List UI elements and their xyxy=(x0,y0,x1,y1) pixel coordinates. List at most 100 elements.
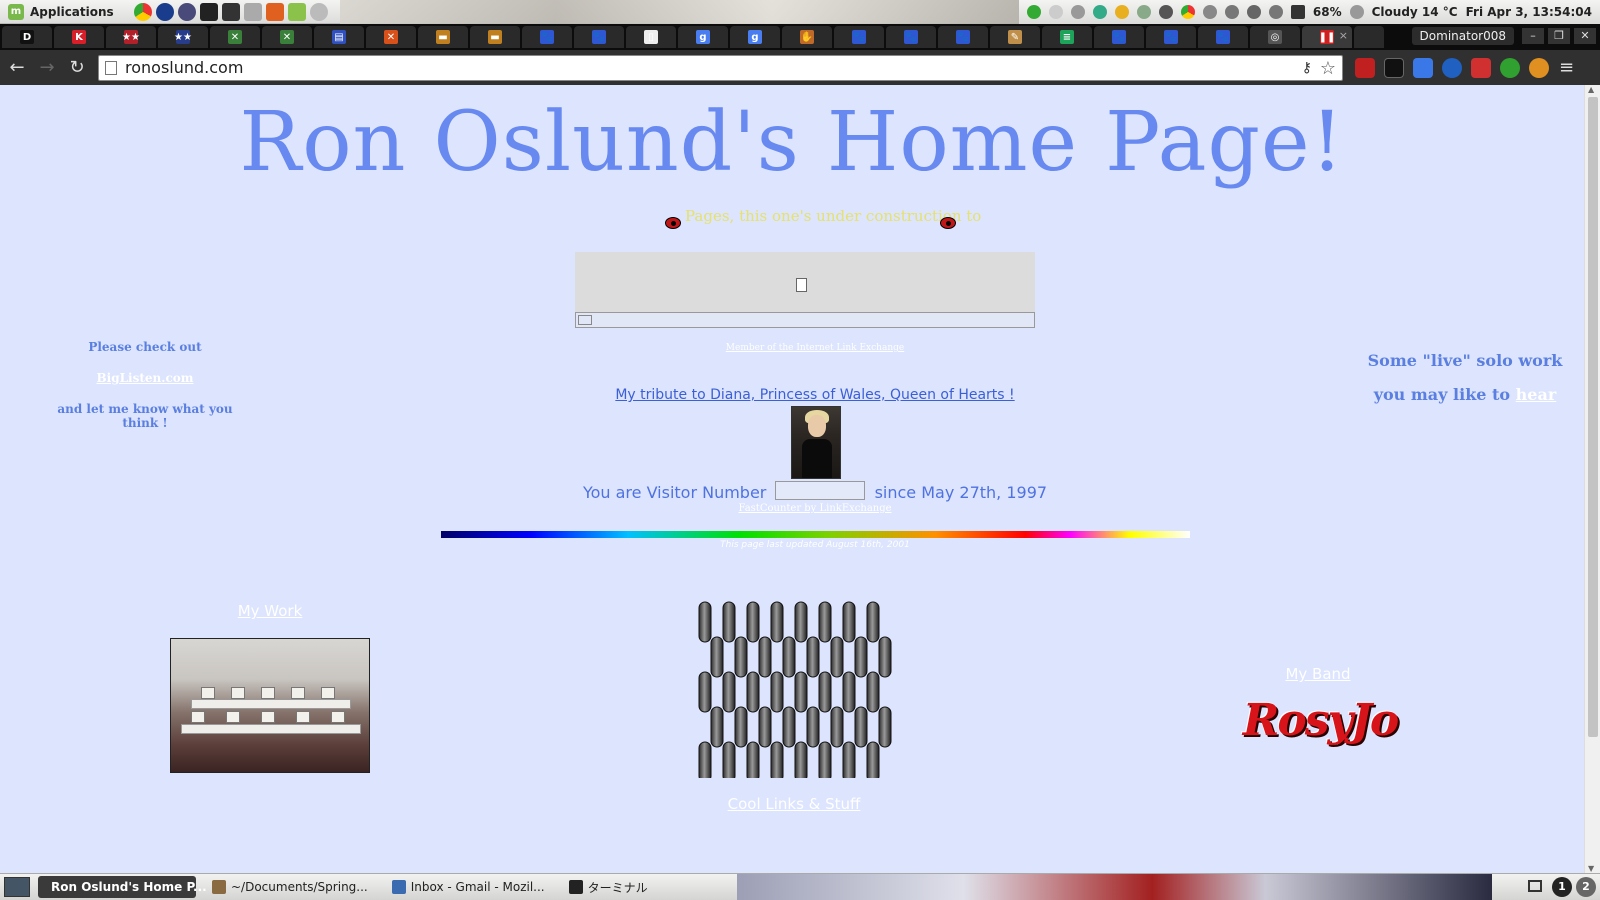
spy-extension-icon[interactable] xyxy=(1384,57,1404,78)
evernote-tray-icon[interactable] xyxy=(1026,5,1041,19)
network-manager-icon[interactable] xyxy=(1136,5,1151,19)
browser-tab[interactable]: ▯ xyxy=(626,26,676,48)
taskbar-window-button[interactable]: ターミナル xyxy=(561,876,656,898)
browser-tab[interactable]: ▬ xyxy=(418,26,468,48)
scroll-up-arrow-icon[interactable]: ▲ xyxy=(1588,85,1594,94)
globe-extension-icon[interactable] xyxy=(1442,57,1462,78)
chevron-up-icon[interactable] xyxy=(1202,5,1217,19)
flag-extension-icon[interactable] xyxy=(1471,57,1491,78)
drive-tray-icon[interactable] xyxy=(1092,5,1107,19)
chrome-menu-icon[interactable]: ≡ xyxy=(1559,57,1574,78)
browser-tab[interactable]: ✕ xyxy=(366,26,416,48)
pdf-extension-icon[interactable] xyxy=(1355,57,1375,78)
diana-tribute-link[interactable]: My tribute to Diana, Princess of Wales, … xyxy=(0,387,1584,403)
biglisten-link[interactable]: BigListen.com xyxy=(97,371,194,385)
firefox-launcher-icon[interactable] xyxy=(155,2,174,21)
bluetooth-icon[interactable] xyxy=(1070,5,1085,19)
browser-tab[interactable]: 🐾 xyxy=(574,26,624,48)
sublime-launcher-icon[interactable] xyxy=(221,2,240,21)
browser-tab[interactable]: ✕ xyxy=(262,26,312,48)
browser-tab[interactable]: ≡ xyxy=(1042,26,1092,48)
volume-icon[interactable] xyxy=(1268,5,1283,19)
chrome-launcher-icon[interactable] xyxy=(133,2,152,21)
notes-tray-icon[interactable] xyxy=(1114,5,1129,19)
browser-tab[interactable]: 🐾 xyxy=(1146,26,1196,48)
chain-link xyxy=(806,636,820,678)
chain-link xyxy=(698,671,712,713)
matlab-launcher-icon[interactable] xyxy=(265,2,284,21)
browser-tab[interactable]: ▤ xyxy=(314,26,364,48)
key-icon[interactable]: ⚷ xyxy=(1302,60,1312,76)
browser-tab[interactable]: ◎ xyxy=(1250,26,1300,48)
close-window-icon[interactable]: ✕ xyxy=(1574,28,1596,44)
browser-tab[interactable]: 🐾 xyxy=(886,26,936,48)
browser-tab[interactable]: g xyxy=(678,26,728,48)
browser-tab[interactable]: g xyxy=(730,26,780,48)
bookmark-star-icon[interactable]: ☆ xyxy=(1320,58,1336,79)
browser-tab[interactable]: 🐾 xyxy=(522,26,572,48)
fastcounter-link[interactable]: FastCounter by LinkExchange xyxy=(0,503,1584,514)
chrome-tray-icon[interactable] xyxy=(1180,5,1195,19)
reload-button[interactable]: ↻ xyxy=(64,55,90,81)
android-launcher-icon[interactable] xyxy=(287,2,306,21)
cool-links-link[interactable]: Cool Links & Stuff xyxy=(694,795,894,813)
chain-link-graphic[interactable] xyxy=(695,600,895,778)
profile-button[interactable]: Dominator008 xyxy=(1411,27,1514,45)
my-work-link[interactable]: My Work xyxy=(170,602,370,620)
wifi-icon[interactable] xyxy=(1246,5,1261,19)
applications-menu[interactable]: m Applications xyxy=(0,3,122,20)
weather-text[interactable]: Cloudy 14 °C xyxy=(1372,5,1458,19)
keyboard-icon[interactable] xyxy=(1158,5,1173,19)
r-launcher-icon[interactable] xyxy=(309,2,328,21)
minimize-window-icon[interactable]: – xyxy=(1522,28,1544,44)
back-button[interactable]: ← xyxy=(4,55,30,81)
browser-tab[interactable]: 🐾 xyxy=(1094,26,1144,48)
browser-tab[interactable]: ❚❚ × xyxy=(1302,26,1352,48)
terminal-launcher-icon[interactable] xyxy=(199,2,218,21)
browser-tab[interactable]: ✎ xyxy=(990,26,1040,48)
taskbar-window-button[interactable]: ~/Documents/Spring... xyxy=(204,876,376,898)
forward-button[interactable]: → xyxy=(34,55,60,81)
close-tab-icon[interactable]: × xyxy=(1339,29,1348,42)
calculator-launcher-icon[interactable] xyxy=(243,2,262,21)
browser-tab[interactable]: ✋ xyxy=(782,26,832,48)
ad-banner[interactable] xyxy=(575,252,1035,312)
workspace-button[interactable]: 1 xyxy=(1552,877,1572,897)
address-bar[interactable]: ronoslund.com ⚷ ☆ xyxy=(98,54,1343,81)
browser-tab[interactable]: K xyxy=(54,26,104,48)
taskbar-window-button[interactable]: Inbox - Gmail - Mozil... xyxy=(384,876,553,898)
scroll-down-arrow-icon[interactable]: ▼ xyxy=(1588,864,1594,873)
chain-link xyxy=(818,601,832,643)
cookie-extension-icon[interactable] xyxy=(1529,57,1549,78)
workspace-button[interactable]: 2 xyxy=(1576,877,1596,897)
restore-window-icon[interactable]: ❐ xyxy=(1548,28,1570,44)
band-logo[interactable]: RosyJo xyxy=(1220,695,1420,750)
scrollbar-thumb[interactable] xyxy=(1588,97,1598,737)
new-tab-button[interactable] xyxy=(1354,26,1384,48)
browser-tab[interactable]: D xyxy=(2,26,52,48)
bluetooth-status-icon[interactable] xyxy=(1224,5,1239,19)
taskbar-window-button[interactable]: Ron Oslund's Home P... xyxy=(38,876,207,898)
vertical-scrollbar[interactable]: ▲ ▼ xyxy=(1584,85,1600,873)
browser-tab[interactable]: ▬ xyxy=(470,26,520,48)
link-exchange-banner[interactable] xyxy=(575,312,1035,328)
diana-photo[interactable] xyxy=(791,406,841,479)
photo-detail xyxy=(261,687,275,699)
weather-cloud-icon[interactable] xyxy=(1349,5,1364,19)
battery-icon[interactable] xyxy=(1290,5,1305,19)
workspace-switcher-icon[interactable] xyxy=(1528,880,1542,892)
notification-bell-icon[interactable] xyxy=(1048,5,1063,19)
browser-tab[interactable]: ✕ xyxy=(210,26,260,48)
browser-tab[interactable]: 🐾 xyxy=(938,26,988,48)
computer-lab-photo[interactable] xyxy=(170,638,370,773)
translate-extension-icon[interactable] xyxy=(1413,57,1433,78)
browser-tab[interactable]: 🐾 xyxy=(1198,26,1248,48)
show-desktop-button[interactable] xyxy=(4,877,30,897)
leaf-extension-icon[interactable] xyxy=(1500,57,1520,78)
eclipse-launcher-icon[interactable] xyxy=(177,2,196,21)
my-band-link[interactable]: My Band xyxy=(1218,665,1418,683)
browser-tab[interactable]: ★★ xyxy=(158,26,208,48)
browser-tab[interactable]: 🐾 xyxy=(834,26,884,48)
browser-tab[interactable]: ★★ xyxy=(106,26,156,48)
clock[interactable]: Fri Apr 3, 13:54:04 xyxy=(1466,5,1592,19)
